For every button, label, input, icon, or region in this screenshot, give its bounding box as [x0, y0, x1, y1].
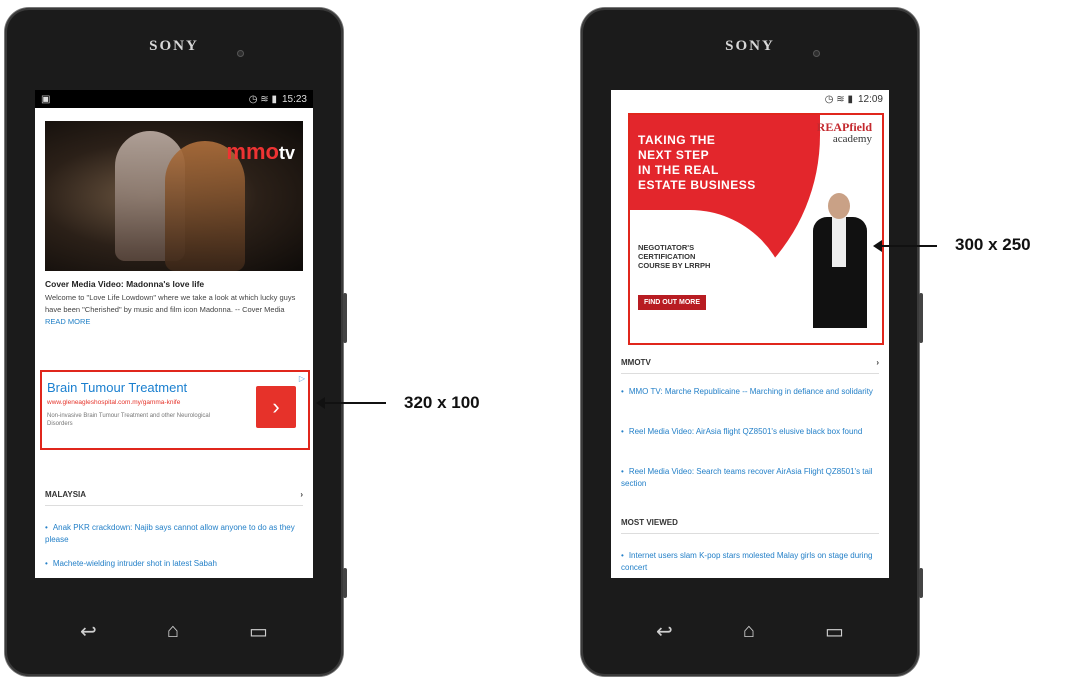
- chevron-right-icon: ›: [876, 358, 879, 367]
- front-camera-icon: [813, 50, 820, 57]
- section-title: MALAYSIA: [45, 490, 87, 499]
- article-text: Welcome to "Love Life Lowdown" where we …: [45, 293, 296, 314]
- home-icon[interactable]: ⌂: [743, 620, 755, 643]
- news-item[interactable]: • Internet users slam K-pop stars moleste…: [621, 550, 879, 574]
- volume-button: [343, 293, 347, 343]
- home-icon[interactable]: ⌂: [167, 620, 179, 643]
- ad-cta-button[interactable]: FIND OUT MORE: [638, 295, 706, 310]
- recent-apps-icon[interactable]: ▭: [825, 619, 844, 644]
- news-text: Reel Media Video: AirAsia flight QZ8501'…: [628, 427, 863, 436]
- section-title: MMOTV: [621, 358, 651, 367]
- subtitle-line: CERTIFICATION: [638, 252, 696, 261]
- status-bar: ▣ ◷ ≋ ▮ 15:23: [35, 90, 313, 108]
- phone-brand: SONY: [149, 38, 199, 54]
- ad-description: Non-invasive Brain Tumour Treatment and …: [47, 413, 211, 427]
- ad-title[interactable]: Brain Tumour Treatment: [47, 380, 187, 395]
- back-icon[interactable]: ↩: [80, 619, 97, 644]
- arrow-pointer-big-ad: [873, 240, 937, 252]
- phone-screen: ▣ ◷ ≋ ▮ 15:23 mmotv Cover Media Video: M…: [35, 90, 313, 578]
- section-malaysia[interactable]: MALAYSIA ›: [45, 490, 303, 506]
- back-icon[interactable]: ↩: [656, 619, 673, 644]
- chevron-right-icon: ›: [300, 490, 303, 499]
- ad-size-label-big: 300 x 250: [955, 235, 1031, 254]
- video-thumbnail[interactable]: mmotv: [45, 121, 303, 271]
- nav-bar: ↩ ⌂ ▭: [5, 586, 343, 676]
- news-text: Reel Media Video: Search teams recover A…: [621, 467, 873, 488]
- news-item[interactable]: • Reel Media Video: AirAsia flight QZ8501…: [621, 426, 879, 438]
- arrow-pointer-small-ad: [316, 397, 386, 409]
- section-mmotv[interactable]: MMOTV ›: [621, 358, 879, 374]
- news-item[interactable]: • Reel Media Video: Search teams recover …: [621, 466, 879, 490]
- news-item[interactable]: • Machete-wielding intruder shot in lates…: [45, 558, 303, 570]
- reapfield-logo: REAPfield academy: [817, 121, 872, 145]
- ad-person-image: [810, 193, 870, 328]
- nav-bar: ↩ ⌂ ▭: [581, 586, 919, 676]
- ad-headline: TAKING THE NEXT STEP IN THE REAL ESTATE …: [638, 133, 756, 193]
- front-camera-icon: [237, 50, 244, 57]
- headline-line: TAKING THE: [638, 133, 716, 147]
- volume-button: [919, 293, 923, 343]
- phone-screen: ◷ ≋ ▮ 12:09 TAKING THE NEXT STEP IN THE …: [611, 90, 889, 578]
- status-time: 15:23: [281, 93, 307, 105]
- status-bar: ◷ ≋ ▮ 12:09: [611, 90, 889, 108]
- ad-subtitle: NEGOTIATOR'S CERTIFICATION COURSE BY LRR…: [638, 243, 710, 270]
- brand-sub: academy: [832, 133, 872, 145]
- phone-brand: SONY: [725, 38, 775, 54]
- read-more-link[interactable]: READ MORE: [45, 317, 90, 326]
- article-title[interactable]: Cover Media Video: Madonna's love life: [45, 279, 303, 289]
- banner-ad-320x100[interactable]: Brain Tumour Treatment www.gleneagleshos…: [40, 370, 310, 450]
- recent-apps-icon[interactable]: ▭: [249, 619, 268, 644]
- camera-button: [343, 568, 347, 598]
- news-text: Anak PKR crackdown: Najib says cannot al…: [45, 523, 295, 544]
- subtitle-line: COURSE BY LRRPH: [638, 261, 711, 270]
- status-time: 12:09: [857, 93, 883, 105]
- news-text: MMO TV: Marche Republicaine -- Marching …: [628, 387, 873, 396]
- section-title: MOST VIEWED: [621, 518, 678, 527]
- section-most-viewed[interactable]: MOST VIEWED: [621, 518, 879, 534]
- headline-line: ESTATE BUSINESS: [638, 178, 756, 192]
- signal-icons: ◷ ≋ ▮: [248, 93, 277, 105]
- news-text: Internet users slam K-pop stars molested…: [621, 551, 873, 572]
- camera-button: [919, 568, 923, 598]
- news-text: Machete-wielding intruder shot in latest…: [52, 559, 217, 568]
- ad-size-label-small: 320 x 100: [404, 393, 480, 412]
- phone-left: SONY ▣ ◷ ≋ ▮ 15:23 mmotv Cover Media Vid…: [5, 8, 347, 676]
- headline-line: IN THE REAL: [638, 163, 719, 177]
- person-shirt: [832, 217, 846, 267]
- person-head: [828, 193, 850, 219]
- adchoices-icon[interactable]: ▷: [299, 374, 305, 383]
- phone-right: SONY ◷ ≋ ▮ 12:09 TAKING THE NEXT STEP IN…: [581, 8, 923, 676]
- banner-ad-300x250[interactable]: TAKING THE NEXT STEP IN THE REAL ESTATE …: [628, 113, 884, 345]
- signal-icons: ◷ ≋ ▮: [824, 93, 853, 105]
- news-item[interactable]: • MMO TV: Marche Republicaine -- Marching…: [621, 386, 879, 398]
- headline-line: NEXT STEP: [638, 148, 710, 162]
- notification-icon: ▣: [41, 93, 51, 105]
- mmotv-logo: mmotv: [226, 139, 295, 164]
- subtitle-line: NEGOTIATOR'S: [638, 243, 695, 252]
- news-item[interactable]: • Anak PKR crackdown: Najib says cannot a…: [45, 522, 303, 546]
- ad-arrow-button[interactable]: ›: [256, 386, 296, 428]
- ad-url[interactable]: www.gleneagleshospital.com.my/gamma-knif…: [47, 399, 180, 406]
- article-body: Welcome to "Love Life Lowdown" where we …: [45, 292, 303, 328]
- brand-name: REAPfield: [816, 120, 872, 134]
